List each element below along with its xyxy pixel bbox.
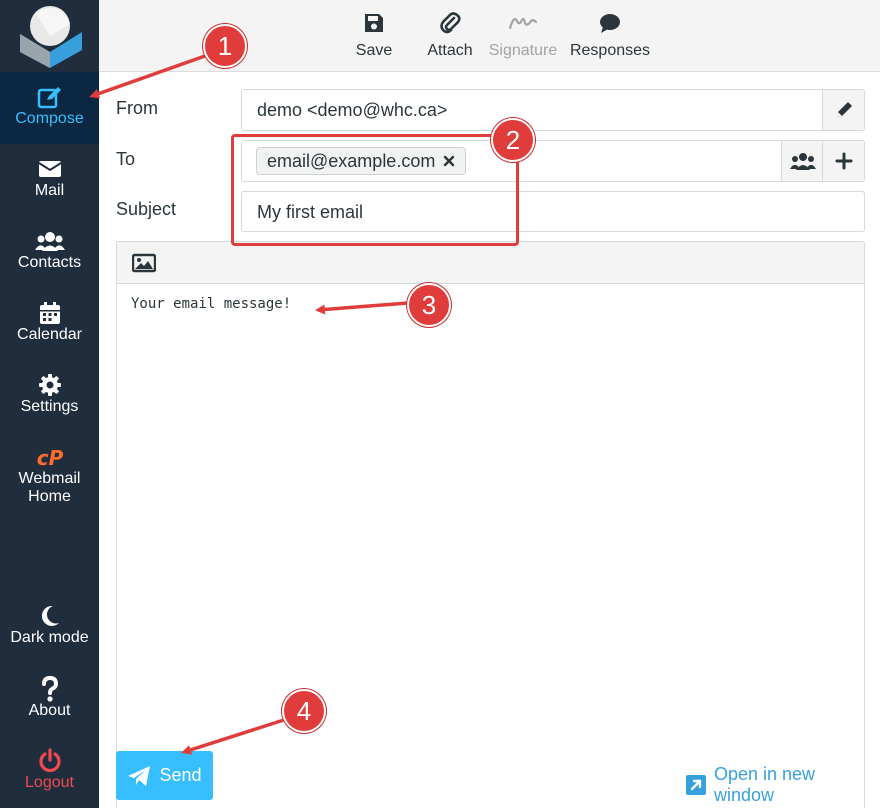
subject-label: Subject xyxy=(116,199,177,219)
callout-2: 2 xyxy=(491,118,535,162)
signature-icon xyxy=(508,17,538,30)
pencil-icon xyxy=(836,102,852,117)
calendar-icon xyxy=(39,302,60,324)
add-from-contacts-button[interactable] xyxy=(781,141,823,181)
message-editor[interactable]: Your email message! xyxy=(116,241,865,808)
image-icon[interactable] xyxy=(132,253,156,273)
sidebar-item-label: Webmail Home xyxy=(18,470,81,505)
sidebar-item-label: About xyxy=(28,702,71,719)
from-field[interactable]: demo <demo@whc.ca> xyxy=(241,89,865,131)
power-icon xyxy=(38,748,61,773)
users-icon xyxy=(34,232,65,251)
external-link-icon xyxy=(686,775,706,795)
cpanel-icon: cP xyxy=(36,446,63,470)
moon-icon xyxy=(41,605,59,626)
sidebar-item-label: Contacts xyxy=(17,254,82,271)
sidebar-item-compose[interactable]: Compose xyxy=(0,72,99,144)
sidebar-item-about[interactable]: About xyxy=(0,676,99,720)
sidebar-item-label: Logout xyxy=(25,774,74,791)
paper-plane-icon xyxy=(128,765,151,786)
comment-icon xyxy=(600,14,620,33)
sidebar-item-logout[interactable]: Logout xyxy=(0,748,99,792)
editor-toolbar xyxy=(117,242,864,284)
open-in-new-window-link[interactable]: Open in new window xyxy=(686,764,880,806)
sidebar-item-label: Dark mode xyxy=(10,629,89,646)
gear-icon xyxy=(38,374,61,396)
sidebar-item-mail[interactable]: Mail xyxy=(0,156,99,200)
edit-identity-button[interactable] xyxy=(822,90,864,130)
message-body[interactable]: Your email message! xyxy=(131,296,291,312)
responses-button[interactable]: Responses xyxy=(569,10,651,60)
sidebar-item-webmail-home[interactable]: cP Webmail Home xyxy=(0,444,99,506)
attach-button[interactable]: Attach xyxy=(421,10,479,60)
from-label: From xyxy=(116,98,158,118)
svg-text:cP: cP xyxy=(36,446,63,470)
sidebar: Compose Mail Contacts Calendar Settings … xyxy=(0,0,99,808)
paperclip-icon xyxy=(440,12,461,34)
signature-button[interactable]: Signature xyxy=(486,10,560,60)
question-icon xyxy=(41,676,58,702)
from-value: demo <demo@whc.ca> xyxy=(257,100,448,120)
sidebar-item-label: Compose xyxy=(15,110,84,127)
roundcube-logo[interactable] xyxy=(12,2,88,70)
sidebar-item-label: Settings xyxy=(20,398,79,415)
add-header-button[interactable] xyxy=(822,141,864,181)
sidebar-item-label: Calendar xyxy=(17,326,82,343)
save-button[interactable]: Save xyxy=(349,10,399,60)
plus-icon xyxy=(835,152,852,170)
floppy-icon xyxy=(365,14,383,32)
send-label: Send xyxy=(159,765,202,785)
users-icon xyxy=(789,153,816,170)
callout-3: 3 xyxy=(407,283,451,327)
compose-icon xyxy=(37,87,61,109)
sidebar-item-dark-mode[interactable]: Dark mode xyxy=(0,603,99,647)
sidebar-item-calendar[interactable]: Calendar xyxy=(0,300,99,344)
envelope-icon xyxy=(37,161,62,177)
sidebar-item-label: Mail xyxy=(34,182,65,199)
callout-1: 1 xyxy=(203,24,247,68)
callout-4: 4 xyxy=(282,689,326,733)
sidebar-item-settings[interactable]: Settings xyxy=(0,372,99,416)
open-in-new-window-label: Open in new window xyxy=(713,764,816,805)
to-label: To xyxy=(116,149,136,169)
recipient-subject-highlight xyxy=(231,134,519,246)
send-button[interactable]: Send xyxy=(116,751,213,800)
sidebar-item-contacts[interactable]: Contacts xyxy=(0,228,99,272)
